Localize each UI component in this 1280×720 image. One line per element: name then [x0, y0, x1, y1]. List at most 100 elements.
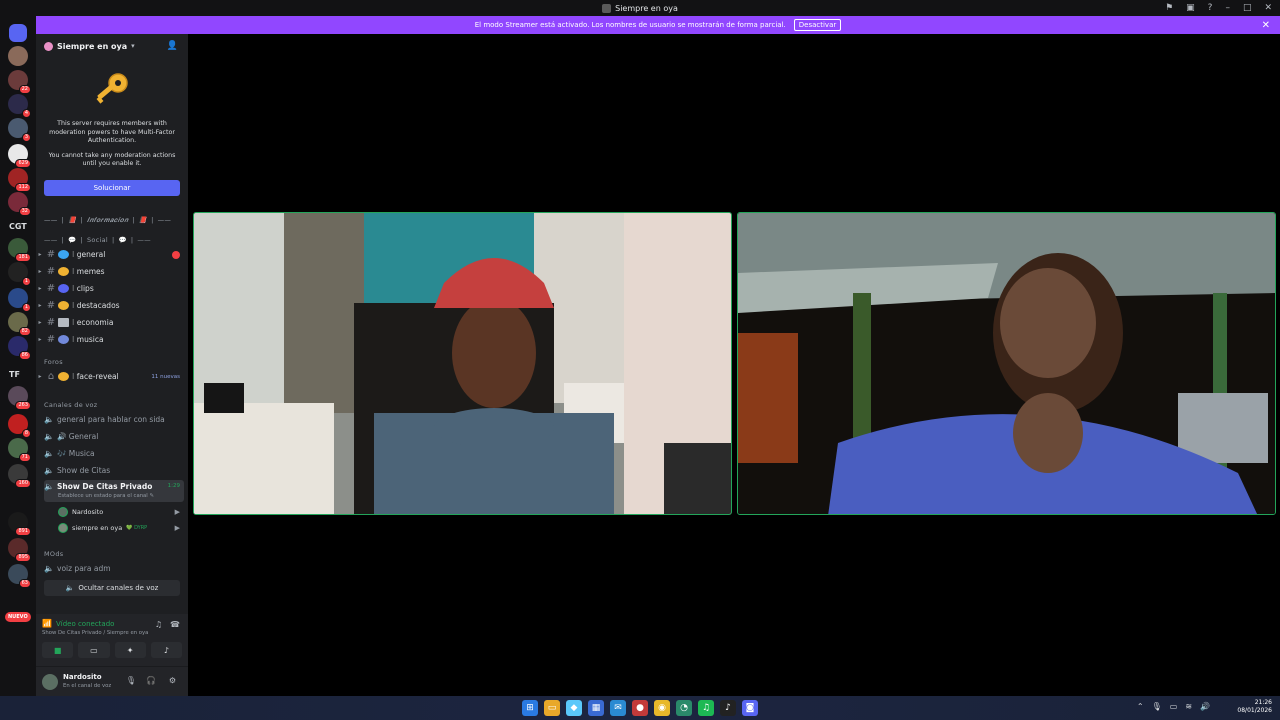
clock-time: 21:26: [1254, 699, 1272, 706]
fix-mfa-button[interactable]: Solucionar: [44, 180, 180, 196]
voice-channel[interactable]: 🔈 general para hablar con sida: [44, 412, 184, 427]
user-name[interactable]: Nardosito: [63, 673, 102, 681]
direct-messages-icon[interactable]: [9, 24, 27, 42]
server-icon[interactable]: 181: [8, 238, 31, 262]
server-text-icon[interactable]: CGT: [9, 222, 27, 231]
category-voice[interactable]: Canales de voz: [44, 401, 98, 409]
activities-button[interactable]: ✦: [114, 642, 146, 658]
minimize-icon[interactable]: –: [1225, 3, 1230, 13]
help-icon[interactable]: ?: [1208, 3, 1213, 13]
calendar-icon[interactable]: ▦: [588, 700, 604, 716]
inbox-icon[interactable]: ⚑: [1165, 3, 1173, 13]
disable-streamer-button[interactable]: Desactivar: [793, 19, 842, 31]
server-icon[interactable]: 71: [8, 438, 31, 462]
server-name: Siempre en oya: [57, 41, 128, 51]
voice-channel[interactable]: 🔈 Show de Citas: [44, 463, 184, 478]
voice-user-name: siempre en oya: [72, 523, 123, 532]
close-window-icon[interactable]: ✕: [1264, 3, 1272, 13]
streamer-mode-message: El modo Streamer está activado. Los nomb…: [474, 21, 786, 29]
app-icon[interactable]: ●: [632, 700, 648, 716]
category-foros[interactable]: Foros: [44, 358, 63, 366]
server-icon[interactable]: 891: [8, 512, 31, 536]
chrome-icon[interactable]: ◉: [654, 700, 670, 716]
server-icon[interactable]: 629: [8, 144, 31, 168]
mention-badge: 895: [15, 553, 31, 562]
text-channel[interactable]: ▸ # ⁝ clips: [36, 281, 188, 296]
category-informacion[interactable]: —— ❘ 📕 ❘ 𝑰𝒏𝒇𝒐𝒓𝒎𝒂𝒄𝒊𝒐𝒏 ❘ 📕 ❘ ——: [44, 216, 171, 225]
server-icon[interactable]: 82: [8, 312, 31, 336]
file-explorer-icon[interactable]: ▭: [544, 700, 560, 716]
microphone-icon[interactable]: 🎙: [1152, 702, 1162, 711]
server-icon[interactable]: 160: [8, 464, 31, 488]
screen-share-button[interactable]: ▭: [78, 642, 110, 658]
category-social[interactable]: —— ❘ 💬 ❘ Social ❘ 💬 ❘ ——: [44, 236, 151, 244]
server-icon[interactable]: 86: [8, 336, 31, 360]
disconnect-icon[interactable]: ☎: [170, 620, 180, 629]
clock[interactable]: 21:26 08/01/2026: [1237, 699, 1272, 715]
monitor-icon[interactable]: ▣: [1186, 3, 1195, 13]
channel-emoji-icon: [58, 250, 69, 259]
spotify-icon[interactable]: ♫: [698, 700, 714, 716]
hide-voice-channels-button[interactable]: 🔈 Ocultar canales de voz: [44, 580, 180, 596]
voice-user[interactable]: siempre en oya 💚 DYRP ▶: [58, 521, 182, 534]
text-channel[interactable]: ▸ # ⁝ destacados: [36, 298, 188, 313]
video-tile[interactable]: [193, 212, 732, 515]
microphone-icon[interactable]: 🎙: [126, 676, 136, 685]
server-header[interactable]: Siempre en oya ▾ 👤: [36, 34, 188, 58]
video-feed: [738, 213, 1275, 514]
server-icon[interactable]: 63: [8, 564, 31, 588]
chevron-up-icon[interactable]: ⌃: [1137, 702, 1144, 711]
camera-button[interactable]: ■: [42, 642, 74, 658]
noise-suppression-icon[interactable]: ♫: [155, 620, 162, 629]
maximize-icon[interactable]: □: [1243, 3, 1252, 13]
chevron-right-icon: ▸: [38, 319, 42, 326]
start-icon[interactable]: ⊞: [522, 700, 538, 716]
connection-status[interactable]: Vídeo conectado: [56, 620, 114, 628]
server-icon[interactable]: 4: [8, 94, 31, 118]
gear-icon[interactable]: ⚙: [169, 676, 176, 685]
channel-emoji-icon: [58, 318, 69, 327]
server-icon[interactable]: 1: [8, 262, 31, 286]
voice-channel[interactable]: 🔈 🎶 Musica: [44, 446, 184, 461]
server-icon[interactable]: 263: [8, 386, 31, 410]
headphones-icon[interactable]: 🎧: [146, 676, 156, 685]
voice-channel[interactable]: 🔈 voiz para adm: [44, 561, 184, 576]
soundboard-button[interactable]: ♪: [150, 642, 182, 658]
server-icon[interactable]: 8: [8, 414, 31, 438]
text-channel[interactable]: ▸ # ⁝ musica: [36, 332, 188, 347]
app-icon[interactable]: ◆: [566, 700, 582, 716]
voice-user[interactable]: Nardosito ▶: [58, 505, 182, 518]
signal-icon: 📶: [42, 619, 52, 628]
forum-channel[interactable]: ▸ ⌂ ⁝ face-reveal 11 nuevas: [36, 369, 188, 384]
avatar[interactable]: [42, 674, 58, 690]
wifi-icon[interactable]: ≋: [1185, 702, 1192, 711]
edge-icon[interactable]: ◔: [676, 700, 692, 716]
voice-channel[interactable]: 🔈 🔊 General: [44, 429, 184, 444]
server-icon[interactable]: 895: [8, 538, 31, 562]
server-icon[interactable]: 1: [8, 288, 31, 312]
channel-status-prompt[interactable]: Establece un estado para el canal ✎: [58, 493, 154, 499]
discord-icon[interactable]: ◙: [742, 700, 758, 716]
server-icon[interactable]: 32: [8, 192, 31, 216]
category-mods[interactable]: MOds: [44, 550, 63, 558]
text-channel[interactable]: ▸ # ⁝ general: [36, 247, 188, 262]
server-text-icon[interactable]: TF: [9, 370, 20, 379]
volume-icon[interactable]: 🔊: [1200, 702, 1210, 711]
close-banner-icon[interactable]: ✕: [1262, 20, 1270, 31]
mail-icon[interactable]: ✉: [610, 700, 626, 716]
text-channel[interactable]: ▸ # ⁝ memes: [36, 264, 188, 279]
monitor-icon[interactable]: ▭: [1170, 702, 1178, 711]
text-channel[interactable]: ▸ # ⁝ economia: [36, 315, 188, 330]
server-icon[interactable]: 22: [8, 70, 31, 94]
mention-badge: 112: [15, 183, 31, 192]
server-icon[interactable]: 3: [8, 118, 31, 142]
app-icon: [602, 3, 612, 13]
video-tile[interactable]: [737, 212, 1276, 515]
server-icon[interactable]: [8, 46, 28, 66]
taskbar: ⊞ ▭ ◆ ▦ ✉ ● ◉ ◔ ♫ ♪ ◙ ⌃ 🎙 ▭ ≋ 🔊 21:26 08…: [0, 696, 1280, 720]
tiktok-icon[interactable]: ♪: [720, 700, 736, 716]
connection-location[interactable]: Show De Citas Privado / Siempre en oya: [42, 630, 148, 636]
add-member-icon[interactable]: 👤: [167, 41, 178, 51]
mention-badge: 4: [21, 109, 31, 118]
server-icon[interactable]: 112: [8, 168, 31, 192]
